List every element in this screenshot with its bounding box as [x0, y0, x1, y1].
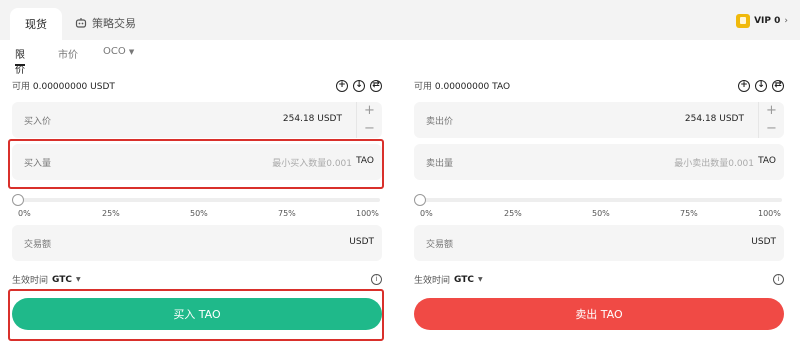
available-balance: 可用 0.00000000 TAO [414, 80, 510, 94]
top-tab-bar: 现货 策略交易 VIP 0 › [0, 0, 800, 40]
amount-unit: USDT [751, 237, 776, 247]
tick-0[interactable]: 0% [420, 209, 433, 218]
tick-100[interactable]: 100% [356, 209, 379, 218]
vip-badge-icon [736, 14, 751, 28]
slider-track [420, 198, 782, 202]
sell-button[interactable]: 卖出 TAO [414, 298, 784, 330]
decrement-button[interactable]: − [357, 120, 382, 138]
tab-limit[interactable]: 限价 [15, 46, 25, 76]
plus-circle-icon[interactable]: + [336, 80, 348, 92]
decrement-button[interactable]: − [759, 120, 784, 138]
tick-50[interactable]: 50% [190, 209, 208, 218]
balance-actions: + ↓ ⇄ [738, 80, 784, 92]
info-icon[interactable]: i [773, 274, 784, 285]
tab-oco[interactable]: OCO ▼ [103, 46, 134, 66]
increment-button[interactable]: + [357, 102, 382, 120]
buy-percent-slider[interactable]: 0% 25% 50% 75% 100% [12, 192, 382, 220]
sell-percent-slider[interactable]: 0% 25% 50% 75% 100% [414, 192, 784, 220]
slider-track [18, 198, 380, 202]
tab-spot[interactable]: 现货 [10, 8, 62, 40]
tick-100[interactable]: 100% [758, 209, 781, 218]
tick-25[interactable]: 25% [504, 209, 522, 218]
chevron-right-icon: › [784, 16, 788, 26]
balance-actions: + ↓ ⇄ [336, 80, 382, 92]
quantity-label: 卖出量 [426, 159, 454, 169]
available-balance: 可用 0.00000000 USDT [12, 80, 115, 94]
tick-75[interactable]: 75% [278, 209, 296, 218]
vip-label: VIP 0 [754, 16, 781, 26]
price-stepper[interactable]: + − [356, 102, 382, 138]
robot-icon [75, 18, 87, 28]
buy-price-field[interactable]: 买入价 254.18 USDT + − [12, 102, 382, 138]
tab-oco-label: OCO [103, 46, 126, 57]
avail-amount: 0.00000000 USDT [32, 82, 115, 92]
amount-label: 交易额 [426, 240, 454, 250]
transfer-circle-icon[interactable]: ⇄ [772, 80, 784, 92]
tick-25[interactable]: 25% [102, 209, 120, 218]
avail-amount: 0.00000000 TAO [434, 82, 511, 92]
eff-value: GTC [52, 274, 72, 285]
info-icon[interactable]: i [371, 274, 382, 285]
quantity-placeholder: 最小卖出数量0.001 [674, 159, 754, 169]
slider-thumb[interactable] [414, 194, 426, 206]
caret-down-icon: ▼ [76, 276, 81, 283]
price-value: 254.18 USDT [282, 114, 342, 124]
eff-value: GTC [454, 274, 474, 285]
vip-level[interactable]: VIP 0 › [736, 14, 788, 28]
download-circle-icon[interactable]: ↓ [353, 80, 365, 92]
transfer-circle-icon[interactable]: ⇄ [370, 80, 382, 92]
highlight-box-quantity [8, 139, 384, 189]
price-stepper[interactable]: + − [758, 102, 784, 138]
caret-down-icon: ▼ [128, 48, 135, 56]
tab-strategy-label: 策略交易 [92, 17, 136, 30]
download-circle-icon[interactable]: ↓ [755, 80, 767, 92]
amount-label: 交易额 [24, 240, 52, 250]
sell-amount-field[interactable]: 交易额 USDT [414, 225, 784, 261]
eff-label: 生效时间 [12, 276, 49, 286]
eff-label: 生效时间 [414, 276, 451, 286]
price-label: 买入价 [24, 117, 52, 127]
sell-price-field[interactable]: 卖出价 254.18 USDT + − [414, 102, 784, 138]
price-label: 卖出价 [426, 117, 454, 127]
tick-50[interactable]: 50% [592, 209, 610, 218]
plus-circle-icon[interactable]: + [738, 80, 750, 92]
tick-75[interactable]: 75% [680, 209, 698, 218]
increment-button[interactable]: + [759, 102, 784, 120]
time-in-force[interactable]: 生效时间 GTC ▼ [414, 273, 483, 287]
tab-market[interactable]: 市价 [58, 46, 78, 66]
time-in-force[interactable]: 生效时间 GTC ▼ [12, 273, 81, 287]
highlight-box-buy-button [8, 289, 384, 341]
slider-thumb[interactable] [12, 194, 24, 206]
tab-strategy[interactable]: 策略交易 [75, 8, 136, 38]
caret-down-icon: ▼ [478, 276, 483, 283]
buy-amount-field[interactable]: 交易额 USDT [12, 225, 382, 261]
tick-0[interactable]: 0% [18, 209, 31, 218]
avail-label: 可用 [414, 82, 433, 92]
amount-unit: USDT [349, 237, 374, 247]
avail-label: 可用 [12, 82, 31, 92]
quantity-unit: TAO [758, 156, 776, 166]
price-value: 254.18 USDT [684, 114, 744, 124]
sell-quantity-field[interactable]: 卖出量 最小卖出数量0.001 TAO [414, 144, 784, 180]
